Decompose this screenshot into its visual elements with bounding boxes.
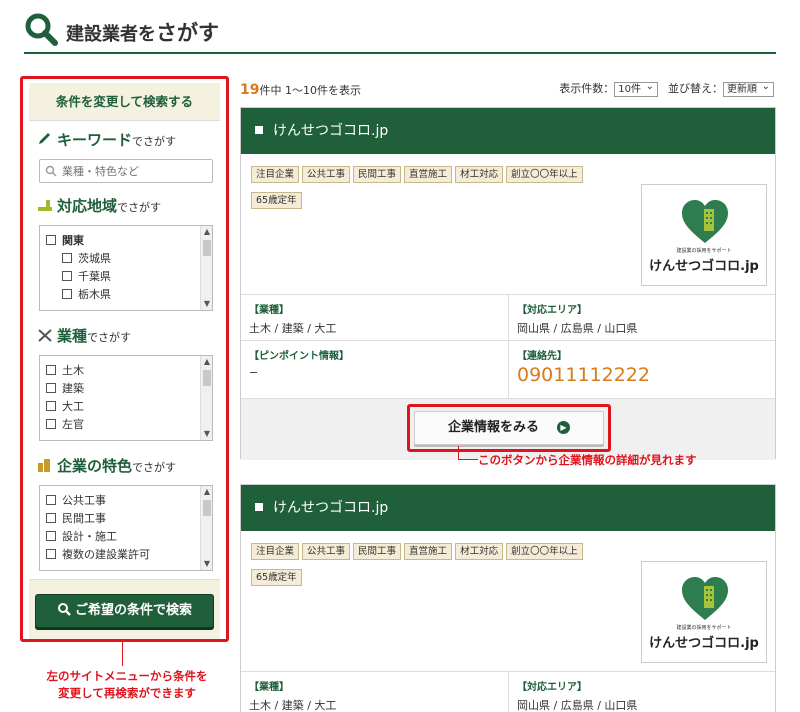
tag: 直営施工: [404, 543, 453, 560]
area-listbox[interactable]: 関東 茨城県 千葉県 栃木県 ▲ ▼: [39, 225, 213, 311]
tag: 注目企業: [251, 543, 300, 560]
area-scrollbar[interactable]: ▲ ▼: [200, 226, 212, 310]
heart-logo-icon: [682, 577, 728, 620]
info-row: 【ピンポイント情報】 − 【連絡先】 09011112222: [241, 340, 775, 398]
industry-option[interactable]: 左官: [46, 416, 212, 434]
feature-option[interactable]: 複数の建設業許可: [46, 546, 212, 564]
search-icon: [45, 165, 57, 177]
area-option[interactable]: 茨城県: [46, 250, 212, 268]
tools-icon: [38, 329, 52, 342]
info-row: 【業種】 土木 / 建築 / 大工 【対応エリア】 岡山県 / 広島県 / 山口県: [241, 294, 775, 340]
checkbox[interactable]: [46, 401, 56, 411]
annotation-line: [122, 642, 123, 666]
result-count: 19件中 1〜10件を表示: [240, 82, 361, 98]
feature-option[interactable]: 設計・施工: [46, 528, 212, 546]
phone-number[interactable]: 09011112222: [517, 364, 767, 386]
tag: 材工対応: [455, 543, 504, 560]
tag: 注目企業: [251, 166, 300, 183]
checkbox[interactable]: [62, 289, 72, 299]
sidebar-footer: ご希望の条件で検索: [29, 579, 220, 639]
feature-tags: 注目企業 公共工事 民間工事 直営施工 材工対応 創立〇〇年以上 65歳定年: [251, 539, 631, 591]
info-row: 【業種】 土木 / 建築 / 大工 【対応エリア】 岡山県 / 広島県 / 山口県: [241, 671, 775, 712]
company-card: けんせつゴコロ.jp 注目企業 公共工事 民間工事 直営施工 材工対応 創立〇〇年以上 65…: [240, 107, 776, 460]
annotation-right: このボタンから企業情報の詳細が見れます: [478, 453, 697, 467]
checkbox[interactable]: [62, 253, 72, 263]
view-company-button[interactable]: 企業情報をみる ▶: [414, 411, 604, 445]
tag: 公共工事: [302, 543, 351, 560]
tag: 直営施工: [404, 166, 453, 183]
search-sidebar: 条件を変更して検索する キーワードでさがす 対応地域でさがす 関東 茨城県 千葉…: [20, 76, 229, 642]
area-option[interactable]: 関東: [46, 232, 212, 250]
page-header: 建設業者をさがす: [24, 8, 776, 54]
features-section-title: 企業の特色でさがす: [37, 455, 176, 476]
tag: 創立〇〇年以上: [506, 166, 583, 183]
magnifier-icon: [25, 13, 58, 46]
checkbox[interactable]: [46, 365, 56, 375]
annotation-line: [458, 446, 478, 460]
highlight-box: 企業情報をみる ▶: [407, 404, 611, 452]
company-name[interactable]: けんせつゴコロ.jp: [241, 108, 775, 154]
checkbox[interactable]: [46, 419, 56, 429]
industry-listbox[interactable]: 土木 建築 大工 左官 ▲ ▼: [39, 355, 213, 441]
checkbox[interactable]: [46, 235, 56, 245]
industry-option[interactable]: 建築: [46, 380, 212, 398]
heart-logo-icon: [682, 200, 728, 243]
annotation-left: 左のサイトメニューから条件を 変更して再検索ができます: [46, 669, 208, 700]
features-listbox[interactable]: 公共工事 民間工事 設計・施工 複数の建設業許可 ▲ ▼: [39, 485, 213, 571]
checkbox[interactable]: [46, 513, 56, 523]
area-section-title: 対応地域でさがす: [37, 195, 161, 216]
company-card: けんせつゴコロ.jp 注目企業 公共工事 民間工事 直営施工 材工対応 創立〇〇年以上 65…: [240, 484, 776, 712]
arrow-right-icon: ▶: [557, 421, 570, 434]
features-scrollbar[interactable]: ▲ ▼: [200, 486, 212, 570]
search-icon: [57, 603, 71, 616]
result-controls: 表示件数：10件並び替え：更新順: [559, 80, 774, 97]
tag: 公共工事: [302, 166, 351, 183]
sidebar-heading: 条件を変更して検索する: [29, 83, 220, 121]
industry-option[interactable]: 大工: [46, 398, 212, 416]
checkbox[interactable]: [62, 271, 72, 281]
industry-scrollbar[interactable]: ▲ ▼: [200, 356, 212, 440]
area-option[interactable]: 千葉県: [46, 268, 212, 286]
tag: 民間工事: [353, 543, 402, 560]
industry-section-title: 業種でさがす: [37, 325, 131, 346]
tag: 65歳定年: [251, 192, 302, 209]
checkbox[interactable]: [46, 495, 56, 505]
company-logo: 建設業の採用をサポート けんせつゴコロ.jp: [641, 561, 767, 663]
tag: 創立〇〇年以上: [506, 543, 583, 560]
industry-option[interactable]: 土木: [46, 362, 212, 380]
feature-tags: 注目企業 公共工事 民間工事 直営施工 材工対応 創立〇〇年以上 65歳定年: [251, 162, 631, 214]
card-footer: 企業情報をみる ▶: [241, 398, 775, 460]
checkbox[interactable]: [46, 531, 56, 541]
company-logo: 建設業の採用をサポート けんせつゴコロ.jp: [641, 184, 767, 286]
sort-select[interactable]: 更新順: [723, 80, 774, 97]
keyword-section-title: キーワードでさがす: [37, 129, 176, 150]
tag: 65歳定年: [251, 569, 302, 586]
feature-option[interactable]: 民間工事: [46, 510, 212, 528]
pencil-icon: [39, 133, 50, 144]
search-submit-button[interactable]: ご希望の条件で検索: [35, 594, 214, 628]
building-icon: [38, 459, 50, 472]
area-option[interactable]: 栃木県: [46, 286, 212, 304]
page-title: 建設業者をさがす: [66, 21, 219, 45]
map-pin-icon: [38, 200, 52, 211]
per-page-select[interactable]: 10件: [614, 80, 658, 97]
checkbox[interactable]: [46, 383, 56, 393]
keyword-input[interactable]: [39, 159, 213, 183]
checkbox[interactable]: [46, 549, 56, 559]
tag: 材工対応: [455, 166, 504, 183]
feature-option[interactable]: 公共工事: [46, 492, 212, 510]
tag: 民間工事: [353, 166, 402, 183]
company-name[interactable]: けんせつゴコロ.jp: [241, 485, 775, 531]
